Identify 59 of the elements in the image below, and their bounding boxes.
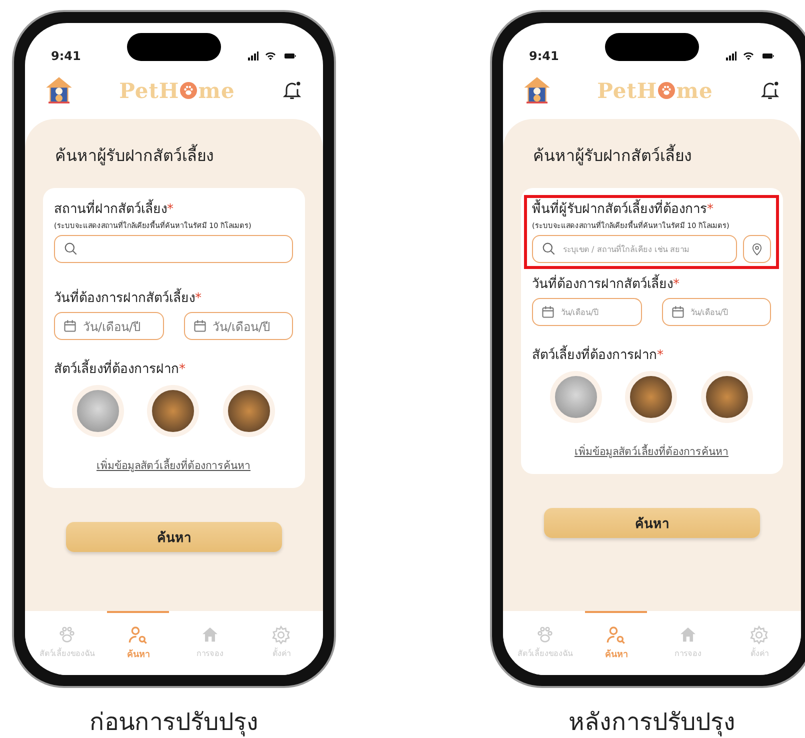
location-search-field[interactable] — [54, 235, 293, 263]
location-search-field[interactable]: ระบุเขต / สถานที่ใกล้เคียง เช่น สยาม — [532, 235, 737, 263]
placeholder-text: วัน/เดือน/ปี — [212, 318, 271, 336]
pet-house-icon — [45, 76, 73, 104]
search-button[interactable]: ค้นหา — [66, 522, 282, 552]
field-label: วันที่ต้องการฝากสัตว์เลี้ยง* — [54, 287, 293, 308]
date-field[interactable]: วัน/เดือน/ปี — [184, 312, 293, 340]
field-label: สัตว์เลี้ยงที่ต้องการฝาก* — [54, 358, 293, 379]
calendar-icon — [670, 305, 684, 319]
tab-label: ค้นหา — [604, 648, 628, 661]
paw-logo-icon — [658, 82, 676, 98]
date-field[interactable]: วัน/เดือน/ปี — [54, 312, 164, 340]
placeholder-text: วัน/เดือน/ปี — [690, 306, 728, 318]
paw-icon — [534, 625, 555, 645]
placeholder-text: วัน/เดือน/ปี — [561, 306, 598, 318]
paw-logo-icon — [180, 82, 198, 98]
add-pet-link[interactable]: เพิ่มข้อมูลสัตว์เลี้ยงที่ต้องการค้นหา — [96, 457, 250, 474]
search-icon — [63, 241, 79, 257]
pet-house-icon — [523, 76, 551, 104]
paw-icon — [56, 625, 77, 645]
tab-label: ค้นหา — [126, 648, 150, 661]
person-search-icon — [128, 625, 148, 645]
settings-icon — [749, 625, 770, 645]
caption-text: ก่อนการปรับปรุง — [90, 707, 258, 738]
add-pet-link[interactable]: เพิ่มข้อมูลสัตว์เลี้ยงที่ต้องการค้นหา — [574, 443, 728, 460]
calendar-icon — [63, 319, 77, 333]
page-title: ค้นหาผู้รับฝากสัตว์เลี้ยง — [533, 143, 693, 168]
person-search-icon — [606, 625, 626, 645]
notification-bell-icon — [280, 79, 303, 101]
location-pin-icon — [750, 241, 764, 257]
notification-bell-icon — [758, 79, 781, 101]
status-time: 9:41 — [51, 49, 81, 63]
calendar-icon — [541, 305, 555, 319]
logo-text: me — [198, 78, 235, 102]
page-title: ค้นหาผู้รับฝากสัตว์เลี้ยง — [55, 143, 215, 168]
logo-text: me — [676, 78, 713, 102]
wifi-icon — [742, 50, 755, 62]
field-label: สัตว์เลี้ยงที่ต้องการฝาก* — [532, 344, 771, 365]
logo-text: PetH — [119, 78, 180, 102]
location-button[interactable] — [743, 235, 771, 263]
search-icon — [541, 241, 557, 257]
field-label: สถานที่ฝากสัตว์เลี้ยง* — [54, 198, 293, 219]
wifi-icon — [264, 50, 277, 62]
signal-icon — [246, 50, 260, 62]
tab-item[interactable]: ค้นหา — [585, 611, 648, 675]
caption-text: หลังการปรับปรุง — [568, 707, 736, 738]
status-time: 9:41 — [529, 49, 559, 63]
date-field[interactable]: วัน/เดือน/ปี — [662, 298, 771, 326]
field-label: พื้นที่ผู้รับฝากสัตว์เลี้ยงที่ต้องการ* — [532, 198, 771, 219]
field-label: วันที่ต้องการฝากสัตว์เลี้ยง* — [532, 273, 771, 294]
placeholder-text: วัน/เดือน/ปี — [83, 318, 142, 336]
calendar-icon — [192, 319, 206, 333]
logo-text: PetH — [597, 78, 658, 102]
settings-icon — [271, 625, 292, 645]
date-field[interactable]: วัน/เดือน/ปี — [532, 298, 642, 326]
search-button[interactable]: ค้นหา — [544, 508, 760, 538]
placeholder-text: ระบุเขต / สถานที่ใกล้เคียง เช่น สยาม — [563, 243, 689, 256]
signal-icon — [724, 50, 738, 62]
tab-item[interactable]: ค้นหา — [107, 611, 170, 675]
